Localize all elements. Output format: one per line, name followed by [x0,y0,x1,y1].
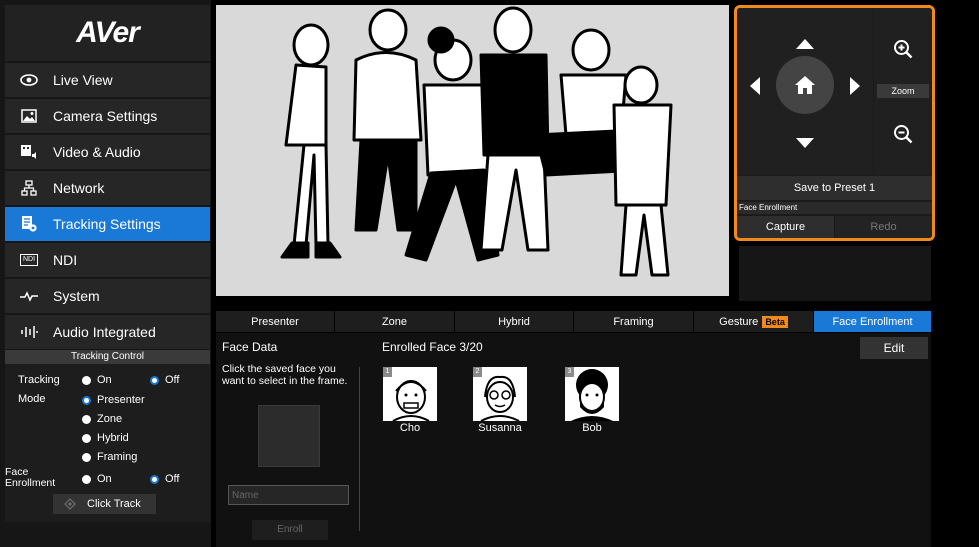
ndi-icon: NDI [5,254,53,266]
zoom-in-button[interactable] [892,38,914,60]
pan-left-button[interactable] [747,76,763,96]
face-preview [258,405,320,467]
eye-icon [5,74,53,86]
tracking-on-radio[interactable]: On [82,374,112,386]
tracking-tabs: Presenter Zone Hybrid Framing Gesture Be… [216,311,931,332]
nav-item-camera-settings[interactable]: Camera Settings [5,99,210,133]
nav-label: Video & Audio [53,144,141,160]
pan-up-button[interactable] [795,36,815,52]
nav-item-ndi[interactable]: NDI NDI [5,243,210,277]
nav-label: Network [53,180,105,196]
tracking-settings-icon [5,215,53,233]
face-name: Bob [582,422,602,434]
zoom-label: Zoom [877,84,929,98]
arrow-left-icon [750,77,760,95]
tab-presenter[interactable]: Presenter [216,311,335,332]
nav-item-network[interactable]: Network [5,171,210,205]
zoom-out-button[interactable] [892,123,914,145]
zoom-out-icon [894,125,913,144]
face-enrollment-section-label: Face Enrollment [737,202,932,214]
zoom-in-icon [894,40,913,59]
capture-button[interactable]: Capture [737,216,834,238]
tracking-control-title: Tracking Control [5,350,210,364]
face-enrollment-label: Face Enrollment [5,466,56,489]
image-icon [5,109,53,123]
face-name: Susanna [478,422,522,434]
home-icon [795,76,815,94]
ptz-spacer [739,246,931,301]
enroll-button[interactable]: Enroll [252,520,328,540]
nav-item-system[interactable]: System [5,279,210,313]
tab-framing[interactable]: Framing [574,311,694,332]
enrolled-face-card[interactable]: 3 Bob [565,367,619,434]
divider [359,367,360,531]
redo-button[interactable]: Redo [835,216,932,238]
nav-label: NDI [53,252,78,268]
face-data-title: Face Data [222,340,278,354]
home-button[interactable] [776,56,834,114]
network-icon [5,180,53,196]
zoom-control: Zoom [874,8,932,175]
face-thumbnail: 3 [565,367,619,421]
pan-tilt-pad [737,8,873,175]
tracking-off-radio[interactable]: Off [150,374,179,386]
nav-label: Camera Settings [53,108,158,124]
click-track-button[interactable]: Click Track [53,494,156,514]
mode-framing-radio[interactable]: Framing [82,451,137,463]
face-name: Cho [399,422,421,434]
live-video-feed[interactable] [216,5,729,296]
enrolled-face-card[interactable]: 1 Cho [383,367,437,434]
audio-bars-icon [5,325,53,339]
tab-zone[interactable]: Zone [335,311,455,332]
nav-item-video-audio[interactable]: Video & Audio [5,135,210,169]
enrolled-face-title: Enrolled Face 3/20 [382,340,483,354]
mode-hybrid-radio[interactable]: Hybrid [82,432,129,444]
sidebar: AVer Live View Camera Settings Video & A… [0,0,211,547]
target-icon [53,498,87,510]
face-enrollment-off-radio[interactable]: Off [150,473,179,485]
face-thumbnail: 2 [473,367,527,421]
nav-label: Audio Integrated [53,324,156,340]
mode-zone-radio[interactable]: Zone [82,413,122,425]
aver-logo: AVer [76,16,140,49]
tracking-label: Tracking [18,374,60,386]
tracking-control-panel: Tracking Control Tracking On Off Mode Pr… [5,350,210,522]
pulse-icon [5,290,53,302]
video-audio-icon [5,144,53,160]
face-enrollment-panel: Face Data Click the saved face you want … [216,333,931,547]
nav-label: Tracking Settings [53,216,161,232]
logo-area: AVer [5,5,210,61]
ptz-control-panel: Zoom Save to Preset 1 Face Enrollment Ca… [734,5,935,241]
tab-hybrid[interactable]: Hybrid [455,311,574,332]
face-data-hint: Click the saved face you want to select … [222,363,348,387]
pan-down-button[interactable] [795,135,815,151]
save-preset-button[interactable]: Save to Preset 1 [737,176,932,200]
arrow-down-icon [796,138,814,148]
tab-gesture-label: Gesture [719,315,759,328]
arrow-right-icon [850,77,860,95]
nav-item-audio-integrated[interactable]: Audio Integrated [5,315,210,349]
group-illustration [216,5,729,296]
nav-item-tracking-settings[interactable]: Tracking Settings [5,207,210,241]
click-track-label: Click Track [87,498,141,510]
enrolled-face-card[interactable]: 2 Susanna [473,367,527,434]
nav-item-live-view[interactable]: Live View [5,63,210,97]
face-thumbnail: 1 [383,367,437,421]
arrow-up-icon [796,39,814,49]
edit-button[interactable]: Edit [860,337,928,359]
tab-gesture[interactable]: Gesture Beta [694,311,814,332]
face-enrollment-on-radio[interactable]: On [82,473,112,485]
beta-badge: Beta [762,315,788,328]
nav-label: Live View [53,72,113,88]
mode-presenter-radio[interactable]: Presenter [82,394,145,406]
pan-right-button[interactable] [847,76,863,96]
mode-label: Mode [18,393,46,405]
nav-label: System [53,288,100,304]
name-input[interactable] [228,485,349,505]
tab-face-enrollment[interactable]: Face Enrollment [814,311,931,332]
